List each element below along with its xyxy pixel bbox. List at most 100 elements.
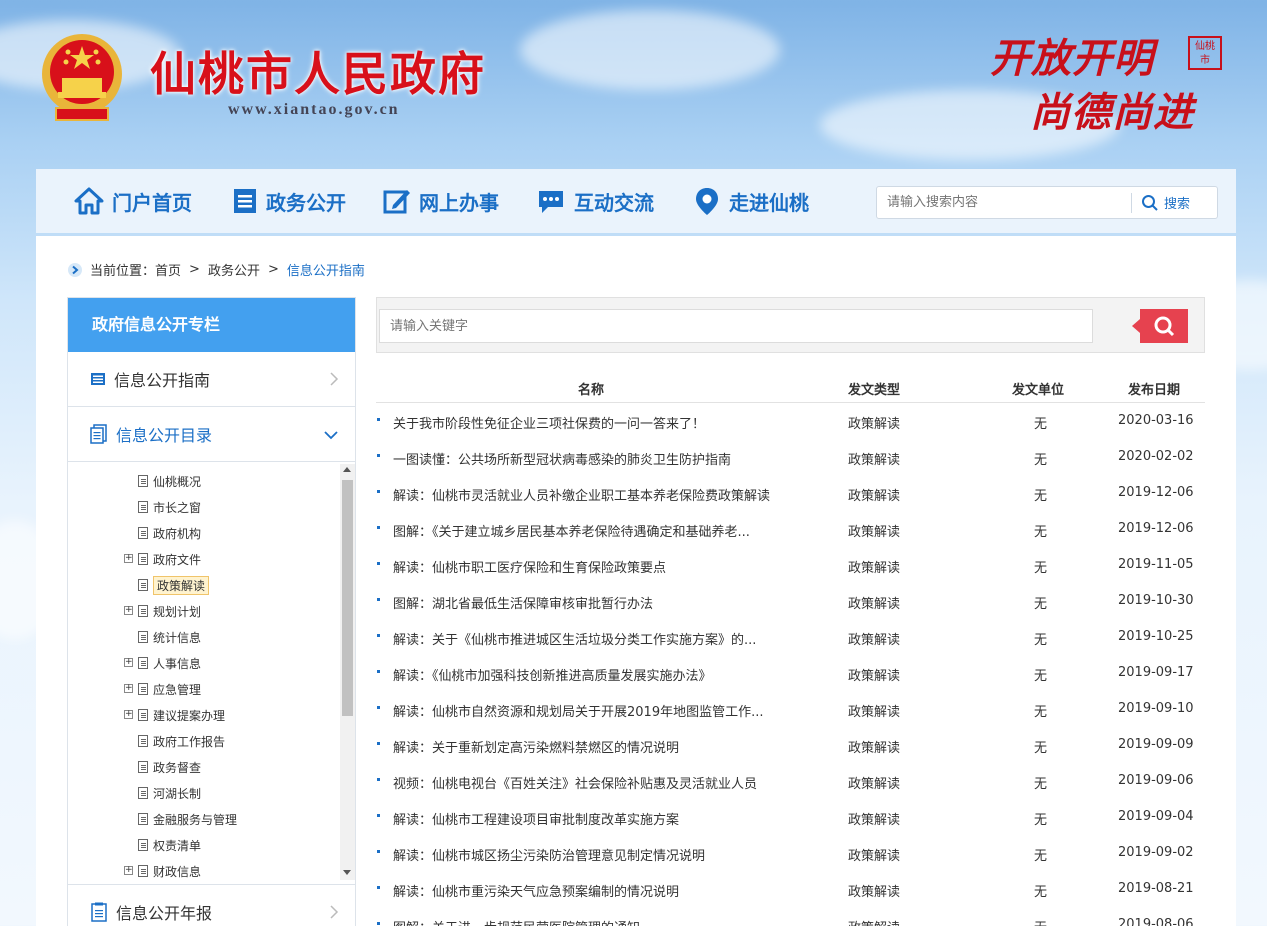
publish-date: 2019-09-09	[1118, 737, 1194, 752]
nav-item-online-service[interactable]: 网上办事	[383, 185, 499, 217]
document-title-link[interactable]: 图解：湖北省最低生活保障审核审批暂行办法	[393, 593, 653, 612]
bullet-icon	[377, 706, 380, 709]
national-emblem-icon	[42, 34, 122, 121]
site-search-input[interactable]	[877, 187, 1131, 218]
tree-item[interactable]: + 人事信息	[124, 653, 201, 673]
breadcrumb-separator: >	[189, 262, 200, 277]
expand-icon[interactable]: +	[124, 710, 133, 719]
document-title-link[interactable]: 解读：仙桃市工程建设项目审批制度改革实施方案	[393, 809, 679, 828]
document-title-link[interactable]: 图解：《关于建立城乡居民基本养老保险待遇确定和基础养老...	[393, 521, 750, 540]
chevron-right-icon	[330, 372, 339, 386]
report-icon	[91, 902, 107, 922]
issuing-unit: 无	[1034, 849, 1048, 864]
document-title-link[interactable]: 一图读懂：公共场所新型冠状病毒感染的肺炎卫生防护指南	[393, 449, 731, 468]
nav-item-label: 网上办事	[419, 190, 499, 215]
issuing-unit: 无	[1034, 741, 1048, 756]
expand-icon[interactable]: +	[124, 606, 133, 615]
tree-item-label: 政策解读	[153, 575, 210, 595]
tree-item[interactable]: 政府机构	[138, 523, 201, 543]
expand-icon[interactable]: +	[124, 684, 133, 693]
tree-item[interactable]: + 应急管理	[124, 679, 201, 699]
tree-item-label: 金融服务与管理	[153, 812, 238, 827]
search-button-label: 搜索	[1164, 197, 1191, 212]
bullet-icon	[377, 598, 380, 601]
tree-item[interactable]: 仙桃概况	[138, 471, 201, 491]
list-icon	[234, 189, 256, 213]
document-title-link[interactable]: 解读：仙桃市城区扬尘污染防治管理意见制定情况说明	[393, 845, 705, 864]
document-title-link[interactable]: 解读：仙桃市职工医疗保险和生育保险政策要点	[393, 557, 666, 576]
expand-icon[interactable]: +	[124, 658, 133, 667]
breadcrumb-home[interactable]: 首页	[155, 260, 181, 279]
sidebar-item-guide[interactable]: 信息公开指南	[68, 352, 355, 407]
document-title-link[interactable]: 解读：关于重新划定高污染燃料禁燃区的情况说明	[393, 737, 679, 756]
issuing-unit: 无	[1034, 417, 1048, 432]
content-area: 名称 发文类型 发文单位 发布日期 关于我市阶段性免征企业三项社保费的一问一答来…	[376, 297, 1206, 926]
keyword-input[interactable]	[379, 309, 1093, 343]
expand-icon[interactable]: +	[124, 866, 133, 875]
expand-icon[interactable]: +	[124, 554, 133, 563]
tree-item[interactable]: + 财政信息	[124, 861, 201, 880]
tree-item-label: 规划计划	[153, 604, 202, 619]
document-icon	[138, 657, 148, 669]
tree-item[interactable]: 统计信息	[138, 627, 201, 647]
publish-date: 2019-11-05	[1118, 557, 1194, 572]
document-title-link[interactable]: 解读：关于《仙桃市推进城区生活垃圾分类工作实施方案》的...	[393, 629, 756, 648]
tree-item[interactable]: 市长之窗	[138, 497, 201, 517]
site-search-button[interactable]: 搜索	[1141, 187, 1190, 218]
search-icon	[1142, 194, 1158, 211]
document-type: 政策解读	[848, 417, 901, 432]
tree-item[interactable]: 河湖长制	[138, 783, 201, 803]
column-header-unit: 发文单位	[1012, 383, 1065, 398]
table-row: 解读：仙桃市工程建设项目审批制度改革实施方案 政策解读 无 2019-09-04	[376, 799, 1205, 835]
document-type: 政策解读	[848, 489, 901, 504]
tree-item[interactable]: 政务督查	[138, 757, 201, 777]
table-header: 名称 发文类型 发文单位 发布日期	[376, 367, 1205, 403]
publish-date: 2020-03-16	[1118, 413, 1194, 428]
document-title-link[interactable]: 关于我市阶段性免征企业三项社保费的一问一答来了！	[393, 413, 705, 432]
publish-date: 2019-12-06	[1118, 485, 1194, 500]
document-icon	[138, 839, 148, 851]
tree-item[interactable]: + 政府文件	[124, 549, 201, 569]
tree-item[interactable]: + 建议提案办理	[124, 705, 225, 725]
publish-date: 2019-09-02	[1118, 845, 1194, 860]
column-header-name: 名称	[578, 383, 605, 398]
nav-item-about-xiantao[interactable]: 走进仙桃	[693, 185, 809, 217]
breadcrumb-current[interactable]: 信息公开指南	[287, 260, 365, 279]
publish-date: 2019-10-25	[1118, 629, 1194, 644]
column-header-date: 发布日期	[1128, 383, 1181, 398]
sidebar-item-annual-report[interactable]: 信息公开年报	[68, 884, 355, 926]
tree-item-label: 市长之窗	[153, 500, 202, 515]
seal-stamp: 仙桃市	[1188, 36, 1222, 70]
document-title-link[interactable]: 视频：仙桃电视台《百姓关注》社会保险补贴惠及灵活就业人员	[393, 773, 757, 792]
publish-date: 2019-09-17	[1118, 665, 1194, 680]
table-row: 图解：湖北省最低生活保障审核审批暂行办法 政策解读 无 2019-10-30	[376, 583, 1205, 619]
tree-item[interactable]: 政策解读	[138, 575, 210, 595]
document-title-link[interactable]: 解读：仙桃市自然资源和规划局关于开展2019年地图监管工作...	[393, 701, 763, 720]
tree-item[interactable]: 权责清单	[138, 835, 201, 855]
site-title: 仙桃市人民政府	[150, 47, 486, 101]
document-icon	[138, 501, 148, 513]
document-title-link[interactable]: 图解：关于进一步规范民营医院管理的通知	[393, 917, 640, 926]
publish-date: 2019-08-21	[1118, 881, 1194, 896]
nav-item-home[interactable]: 门户首页	[74, 185, 192, 217]
scroll-up-arrow-icon[interactable]	[343, 467, 351, 472]
bullet-icon	[377, 850, 380, 853]
tree-item[interactable]: 金融服务与管理	[138, 809, 237, 829]
document-title-link[interactable]: 解读：仙桃市重污染天气应急预案编制的情况说明	[393, 881, 679, 900]
nav-item-public-affairs[interactable]: 政务公开	[232, 185, 346, 217]
bullet-icon	[377, 454, 380, 457]
tree-item[interactable]: 政府工作报告	[138, 731, 225, 751]
nav-item-label: 走进仙桃	[729, 190, 809, 215]
tree-scrollbar[interactable]	[340, 464, 355, 880]
table-row: 解读：关于《仙桃市推进城区生活垃圾分类工作实施方案》的... 政策解读 无 2019-…	[376, 619, 1205, 655]
document-title-link[interactable]: 解读：《仙桃市加强科技创新推进高质量发展实施办法》	[393, 665, 712, 684]
sidebar-item-catalog[interactable]: 信息公开目录	[68, 407, 355, 462]
scroll-down-arrow-icon[interactable]	[343, 870, 351, 875]
scrollbar-thumb[interactable]	[342, 480, 353, 716]
breadcrumb-public-affairs[interactable]: 政务公开	[208, 260, 260, 279]
document-title-link[interactable]: 解读：仙桃市灵活就业人员补缴企业职工基本养老保险费政策解读	[393, 485, 770, 504]
nav-item-interaction[interactable]: 互动交流	[536, 185, 654, 217]
bullet-icon	[377, 634, 380, 637]
keyword-search-button[interactable]	[1132, 309, 1188, 343]
tree-item[interactable]: + 规划计划	[124, 601, 202, 621]
